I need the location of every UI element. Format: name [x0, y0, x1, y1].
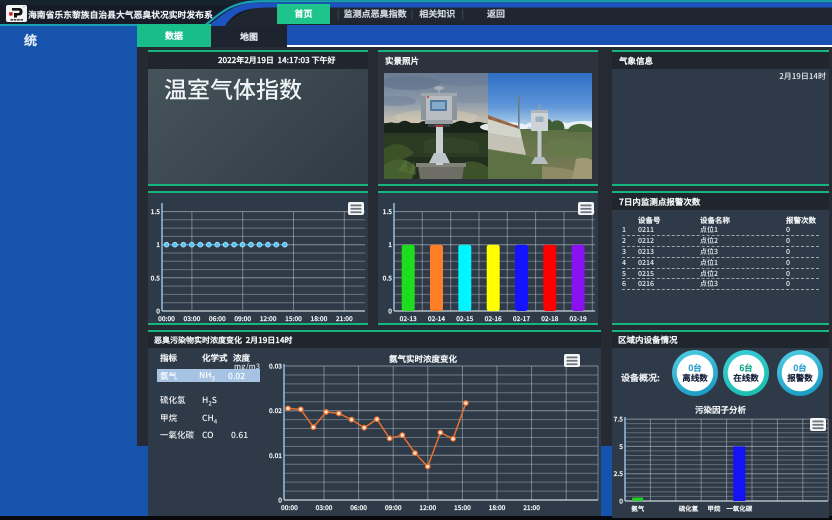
svg-text:12:00: 12:00 — [260, 313, 277, 323]
svg-text:02-18: 02-18 — [541, 313, 558, 323]
svg-text:硫化氢: 硫化氢 — [678, 503, 699, 513]
svg-text:03:00: 03:00 — [316, 502, 333, 512]
svg-text:0.01: 0.01 — [269, 450, 282, 460]
svg-text:7.5: 7.5 — [614, 414, 624, 424]
svg-text:0.5: 0.5 — [151, 272, 161, 282]
svg-text:15:00: 15:00 — [454, 502, 471, 512]
svg-text:1.5: 1.5 — [151, 206, 161, 216]
svg-text:02-16: 02-16 — [485, 313, 502, 323]
svg-text:0.03: 0.03 — [269, 361, 282, 371]
svg-text:18:00: 18:00 — [489, 502, 506, 512]
svg-text:09:00: 09:00 — [234, 313, 251, 323]
svg-text:06:00: 06:00 — [350, 502, 367, 512]
svg-text:0.02: 0.02 — [269, 405, 282, 415]
svg-text:02-15: 02-15 — [456, 313, 473, 323]
svg-text:09:00: 09:00 — [385, 502, 402, 512]
svg-text:02-14: 02-14 — [428, 313, 445, 323]
svg-text:2.5: 2.5 — [614, 468, 624, 478]
svg-text:1: 1 — [388, 239, 392, 249]
svg-text:1.5: 1.5 — [383, 206, 393, 216]
svg-text:02-13: 02-13 — [400, 313, 417, 323]
svg-text:03:00: 03:00 — [184, 313, 201, 323]
svg-text:1: 1 — [156, 239, 160, 249]
svg-text:12:00: 12:00 — [419, 502, 436, 512]
svg-text:00:00: 00:00 — [281, 502, 298, 512]
svg-text:02-19: 02-19 — [570, 313, 587, 323]
svg-text:氨气: 氨气 — [630, 503, 645, 513]
svg-text:氨气实时浓度变化: 氨气实时浓度变化 — [388, 353, 458, 365]
svg-text:0: 0 — [619, 496, 623, 506]
svg-text:一氧化碳: 一氧化碳 — [726, 503, 753, 513]
svg-text:5: 5 — [618, 441, 623, 451]
svg-text:02-17: 02-17 — [513, 313, 530, 323]
svg-text:18:00: 18:00 — [311, 313, 328, 323]
svg-text:0: 0 — [388, 306, 392, 316]
svg-text:®: ® — [23, 5, 25, 9]
svg-text:21:00: 21:00 — [336, 313, 353, 323]
svg-text:甲烷: 甲烷 — [707, 503, 721, 513]
svg-text:15:00: 15:00 — [285, 313, 302, 323]
svg-text:00:00: 00:00 — [158, 313, 175, 323]
svg-text:21:00: 21:00 — [523, 502, 540, 512]
svg-text:0.5: 0.5 — [383, 272, 393, 282]
svg-text:06:00: 06:00 — [209, 313, 226, 323]
